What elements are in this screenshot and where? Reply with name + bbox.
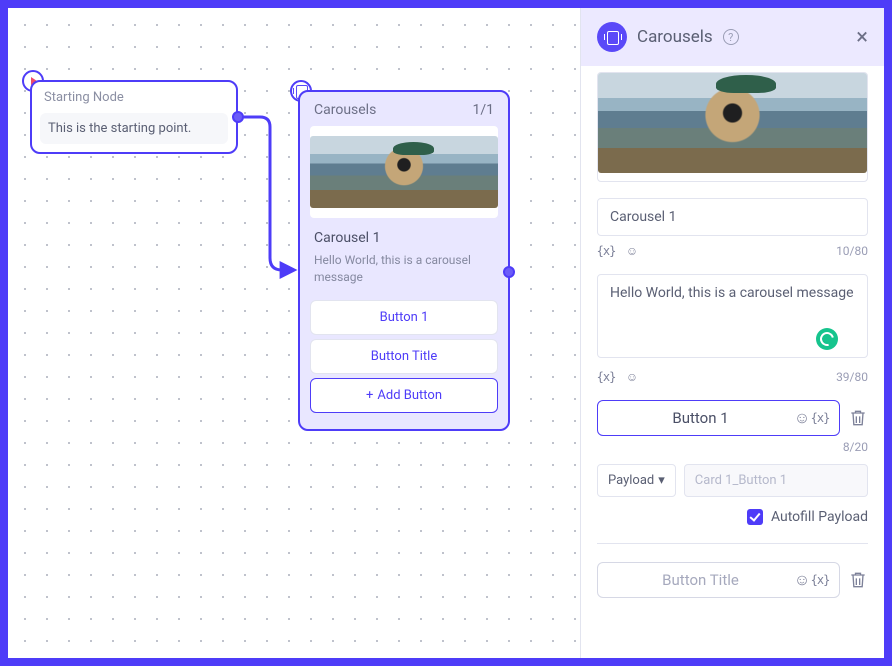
carousel-card-title: Carousel 1 (300, 226, 508, 248)
chevron-down-icon: ▾ (658, 473, 665, 488)
payload-value-input[interactable]: Card 1_Button 1 (684, 464, 868, 497)
panel-header: Carousels ? × (581, 8, 884, 66)
carousel-icon (597, 22, 627, 52)
card-title-input[interactable] (597, 198, 868, 236)
message-char-count: 39/80 (836, 370, 868, 384)
button-1-field[interactable]: Button 1 ☺ {x} (597, 400, 840, 436)
variable-icon[interactable]: {x} (811, 409, 829, 427)
plus-icon: + (366, 388, 373, 403)
starting-node-body: This is the starting point. (40, 113, 228, 144)
panel-title: Carousels (637, 27, 713, 47)
close-icon[interactable]: × (856, 25, 868, 50)
carousel-node[interactable]: Carousels 1/1 Carousel 1 Hello World, th… (298, 90, 510, 431)
starting-node[interactable]: Starting Node This is the starting point… (30, 80, 238, 154)
payload-type-select[interactable]: Payload ▾ (597, 464, 676, 497)
emoji-icon[interactable]: ☺ (793, 571, 811, 589)
carousel-node-out-port[interactable] (503, 266, 515, 278)
properties-panel: Carousels ? × {x} ☺ 10/80 {x} ☺ 39/80 Bu… (580, 8, 884, 658)
delete-button-2-icon[interactable] (848, 570, 868, 590)
carousel-node-header-title: Carousels (314, 102, 376, 118)
autofill-payload-checkbox[interactable] (747, 509, 763, 525)
button-2-label: Button Title (608, 571, 793, 589)
emoji-icon[interactable]: ☺ (623, 242, 641, 260)
carousel-card-button-1[interactable]: Button 1 (310, 300, 498, 335)
variable-icon[interactable]: {x} (597, 242, 615, 260)
button-2-field[interactable]: Button Title ☺ {x} (597, 562, 840, 598)
autofill-payload-label: Autofill Payload (771, 509, 868, 525)
title-char-count: 10/80 (836, 244, 868, 258)
starting-node-out-port[interactable] (232, 111, 244, 123)
card-image-preview[interactable] (597, 72, 868, 182)
grammarly-icon[interactable] (816, 328, 838, 350)
emoji-icon[interactable]: ☺ (793, 409, 811, 427)
variable-icon[interactable]: {x} (597, 368, 615, 386)
carousel-card-description: Hello World, this is a carousel message (300, 248, 508, 296)
button-1-char-count: 8/20 (597, 440, 868, 454)
starting-node-title: Starting Node (32, 82, 236, 109)
carousel-card-button-2[interactable]: Button Title (310, 339, 498, 374)
variable-icon[interactable]: {x} (811, 571, 829, 589)
add-button[interactable]: + Add Button (310, 378, 498, 413)
help-icon[interactable]: ? (723, 29, 739, 45)
carousel-card-image[interactable] (310, 126, 498, 218)
divider (597, 543, 868, 544)
carousel-node-counter: 1/1 (472, 102, 494, 118)
emoji-icon[interactable]: ☺ (623, 368, 641, 386)
delete-button-1-icon[interactable] (848, 408, 868, 428)
flow-canvas[interactable]: Starting Node This is the starting point… (8, 8, 580, 658)
button-1-label: Button 1 (608, 409, 793, 427)
